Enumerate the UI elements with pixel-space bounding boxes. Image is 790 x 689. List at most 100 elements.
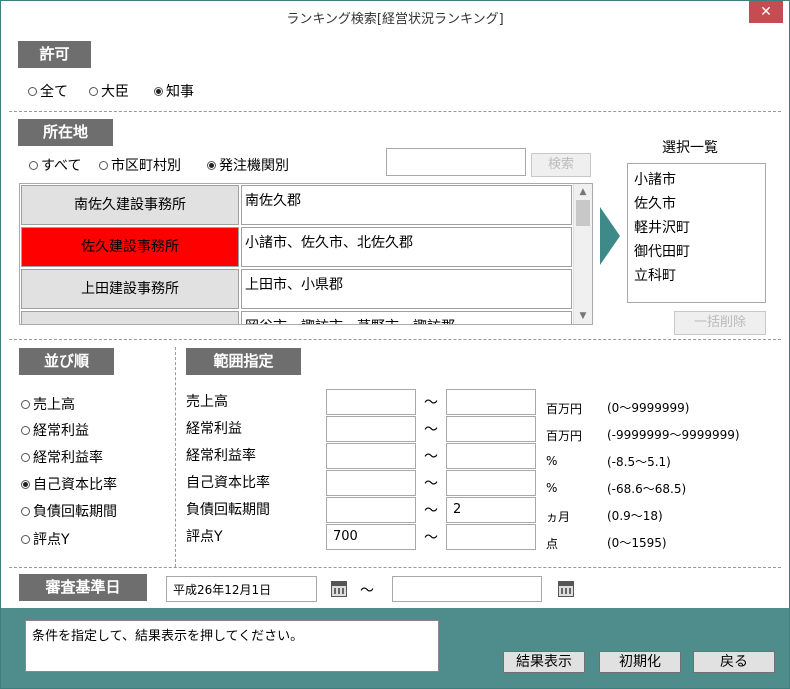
office-cell[interactable] [21,311,239,324]
debt-turnover-from-input[interactable] [326,497,416,523]
debt-turnover-to-input[interactable]: 2 [446,497,536,523]
equity-ratio-from-input[interactable] [326,470,416,496]
range-header: 範囲指定 [186,348,301,375]
location-option-agency[interactable]: 発注機関別 [207,155,289,175]
office-grid[interactable]: 南佐久建設事務所 南佐久郡 佐久建設事務所 小諸市、佐久市、北佐久郡 上田建設事… [19,183,593,325]
divider [9,339,781,340]
permit-option-minister[interactable]: 大臣 [89,81,129,101]
sales-from-input[interactable] [326,389,416,415]
office-cell[interactable]: 南佐久建設事務所 [21,185,239,225]
score-y-to-input[interactable] [446,524,536,550]
radio-icon [21,399,30,409]
ordinary-profit-to-input[interactable] [446,416,536,442]
sort-option-profit-ratio[interactable]: 経常利益率 [21,447,103,467]
back-button[interactable]: 戻る [693,651,775,673]
sort-option-equity-ratio[interactable]: 自己資本比率 [21,474,117,494]
range-tilde: ～ [424,395,438,411]
office-cell-selected[interactable]: 佐久建設事務所 [21,227,239,267]
reset-button[interactable]: 初期化 [599,651,681,673]
sales-to-input[interactable] [446,389,536,415]
permit-header: 許可 [18,41,91,68]
profit-ratio-from-input[interactable] [326,443,416,469]
radio-icon [28,86,37,96]
range-hint: (0～1595) [607,536,667,550]
radio-icon [21,534,30,544]
range-label-debt-turnover: 負債回転期間 [186,502,270,518]
scroll-down-icon[interactable]: ▼ [574,308,592,324]
range-label-score-y: 評点Y [186,529,223,545]
radio-icon [21,506,30,516]
range-unit: % [546,454,558,468]
permit-option-all[interactable]: 全て [28,81,68,101]
list-item[interactable]: 佐久市 [634,192,759,216]
range-tilde: ～ [424,530,438,546]
show-results-button[interactable]: 結果表示 [503,651,585,673]
list-item[interactable]: 立科町 [634,264,759,288]
ordinary-profit-from-input[interactable] [326,416,416,442]
score-y-from-input[interactable]: 700 [326,524,416,550]
review-date-to-input[interactable] [392,576,542,602]
grid-scrollbar[interactable]: ▲ ▼ [573,184,592,324]
location-search-input[interactable] [386,148,526,176]
close-icon: ✕ [760,4,772,20]
footer-bar: 条件を指定して、結果表示を押してください。 結果表示 初期化 戻る [1,608,789,688]
range-label-sales: 売上高 [186,394,228,410]
divider [9,567,781,568]
sort-option-sales[interactable]: 売上高 [21,394,75,414]
selection-list[interactable]: 小諸市 佐久市 軽井沢町 御代田町 立科町 [627,163,766,303]
location-search-button[interactable]: 検索 [531,153,591,177]
calendar-icon[interactable] [331,581,347,597]
calendar-icon[interactable] [558,581,574,597]
sort-option-score-y[interactable]: 評点Y [21,529,70,549]
area-cell: 上田市、小県郡 [241,269,572,309]
permit-option-governor[interactable]: 知事 [154,81,194,101]
range-hint: (-9999999～9999999) [607,428,740,442]
radio-icon [21,452,30,462]
table-row[interactable]: 岡谷市、諏訪市、茅野市、諏訪郡 [20,310,572,324]
profit-ratio-to-input[interactable] [446,443,536,469]
list-item[interactable]: 御代田町 [634,240,759,264]
range-tilde: ～ [424,503,438,519]
radio-icon [89,86,98,96]
ranking-search-window: ランキング検索[経営状況ランキング] ✕ 許可 全て 大臣 知事 所在地 すべて… [0,0,790,689]
range-unit: % [546,481,558,495]
radio-selected-icon [21,479,30,489]
window-title: ランキング検索[経営状況ランキング] [286,12,504,27]
table-row[interactable]: 佐久建設事務所 小諸市、佐久市、北佐久郡 [20,226,572,268]
title-bar[interactable]: ランキング検索[経営状況ランキング] ✕ [1,1,789,33]
list-item[interactable]: 小諸市 [634,168,759,192]
table-row[interactable]: 上田建設事務所 上田市、小県郡 [20,268,572,310]
add-arrow-icon[interactable] [600,207,620,265]
list-item[interactable]: 軽井沢町 [634,216,759,240]
range-unit: 百万円 [546,429,583,443]
sort-option-debt-turnover[interactable]: 負債回転期間 [21,501,117,521]
range-tilde: ～ [424,476,438,492]
close-button[interactable]: ✕ [749,1,783,23]
vertical-divider [175,347,176,567]
equity-ratio-to-input[interactable] [446,470,536,496]
review-date-from-input[interactable]: 平成26年12月1日 [166,576,317,602]
range-label-profit-ratio: 経常利益率 [186,448,256,464]
range-unit: 点 [546,537,559,551]
scroll-up-icon[interactable]: ▲ [574,184,592,200]
range-unit: ヵ月 [546,510,571,524]
range-tilde: ～ [424,449,438,465]
sort-option-ordinary-profit[interactable]: 経常利益 [21,420,89,440]
range-label-ordinary-profit: 経常利益 [186,421,242,437]
radio-icon [29,160,38,170]
range-label-equity-ratio: 自己資本比率 [186,475,270,491]
radio-selected-icon [154,86,163,96]
location-option-municipality[interactable]: 市区町村別 [99,155,181,175]
table-row[interactable]: 南佐久建設事務所 南佐久郡 [20,184,572,226]
location-option-all[interactable]: すべて [29,155,81,175]
radio-selected-icon [207,160,216,170]
sort-header: 並び順 [19,348,114,375]
radio-icon [21,425,30,435]
clear-all-button[interactable]: 一括削除 [674,311,766,335]
area-cell: 南佐久郡 [241,185,572,225]
office-cell[interactable]: 上田建設事務所 [21,269,239,309]
range-hint: (0～9999999) [607,401,690,415]
location-header: 所在地 [18,119,113,146]
range-unit: 百万円 [546,402,583,416]
scroll-thumb[interactable] [576,200,590,226]
